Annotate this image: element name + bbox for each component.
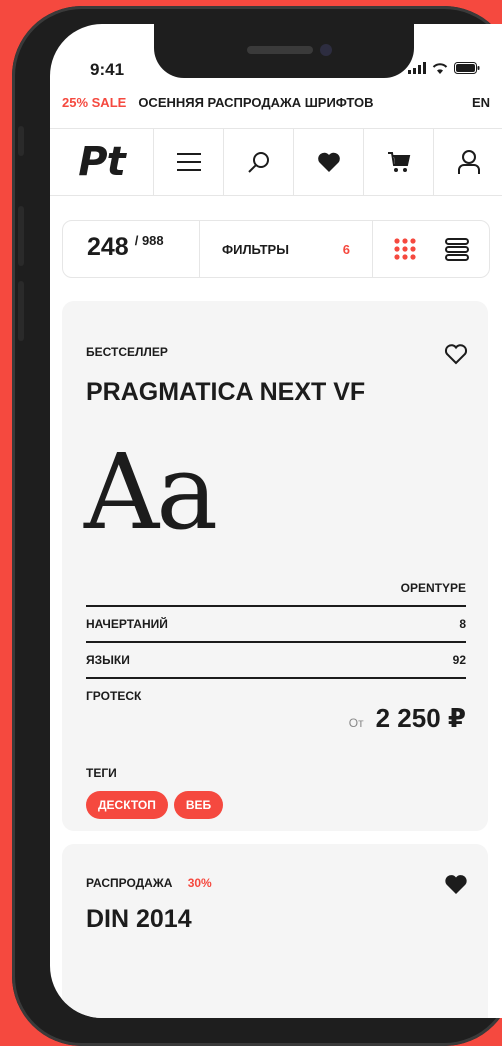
card-badge: РАСПРОДАЖА 30% <box>86 876 212 890</box>
results-count: 248 / 988 <box>63 221 200 277</box>
list-view-icon[interactable] <box>445 237 469 261</box>
price-amount: 2 250 ₽ <box>375 703 466 733</box>
speaker <box>247 46 313 54</box>
font-details: OPENTYPE НАЧЕРТАНИЙ 8 ЯЗЫКИ 92 ГРОТЕСК <box>86 571 466 713</box>
user-icon <box>457 150 480 174</box>
font-title: PRAGMATICA NEXT VF <box>86 378 366 406</box>
detail-label: ЯЗЫКИ <box>86 653 130 667</box>
format-row: OPENTYPE <box>86 571 466 607</box>
font-specimen: Aa <box>84 431 218 553</box>
detail-label: ГРОТЕСК <box>86 689 142 703</box>
filter-bar: 248 / 988 ФИЛЬТРЫ 6 <box>62 220 490 278</box>
sale-banner[interactable]: 25% SALE ОСЕННЯЯ РАСПРОДАЖА ШРИФТОВ EN <box>62 95 490 110</box>
detail-value: 8 <box>459 617 466 631</box>
detail-label: НАЧЕРТАНИЙ <box>86 617 168 631</box>
filters-button[interactable]: ФИЛЬТРЫ 6 <box>200 221 373 277</box>
tag-desktop[interactable]: ДЕСКТОП <box>86 791 168 819</box>
heart-icon <box>317 152 340 172</box>
wifi-icon <box>432 63 448 74</box>
results-total: / 988 <box>134 233 164 248</box>
mute-switch <box>18 126 24 156</box>
detail-row: ЯЗЫКИ 92 <box>86 643 466 679</box>
volume-up-button <box>18 206 24 266</box>
sale-percent: 25% SALE <box>62 95 127 110</box>
price-from: От <box>348 716 364 730</box>
tag-web[interactable]: ВЕБ <box>173 791 224 819</box>
tags-label: ТЕГИ <box>86 766 117 780</box>
language-switch[interactable]: EN <box>472 95 490 110</box>
format-label: OPENTYPE <box>400 581 466 595</box>
notch <box>154 24 414 78</box>
heart-filled-icon[interactable] <box>444 874 468 896</box>
logo[interactable]: Pt <box>50 129 154 195</box>
heart-outline-icon[interactable] <box>444 343 468 365</box>
detail-value: 92 <box>452 653 466 667</box>
discount-badge: 30% <box>187 876 212 890</box>
font-card[interactable]: БЕСТСЕЛЛЕР PRAGMATICA NEXT VF Aa OPENTYP… <box>62 301 488 831</box>
search-button[interactable] <box>224 129 294 195</box>
view-switcher <box>373 221 489 277</box>
top-nav: Pt <box>50 128 502 196</box>
sale-badge: РАСПРОДАЖА <box>86 876 173 890</box>
font-card[interactable]: РАСПРОДАЖА 30% DIN 2014 <box>62 844 488 1018</box>
results-shown: 248 <box>87 233 129 261</box>
status-icons <box>408 62 480 74</box>
phone-frame: 9:41 25% SALE ОСЕННЯЯ РАСПРОДАЖА ШРИФТОВ… <box>12 6 502 1046</box>
detail-row: НАЧЕРТАНИЙ 8 <box>86 607 466 643</box>
card-badge: БЕСТСЕЛЛЕР <box>86 345 168 359</box>
menu-button[interactable] <box>154 129 224 195</box>
font-title: DIN 2014 <box>86 905 192 933</box>
tags-list: ДЕСКТОП ВЕБ <box>86 791 224 819</box>
search-icon <box>247 152 269 173</box>
account-button[interactable] <box>434 129 502 195</box>
volume-down-button <box>18 281 24 341</box>
menu-icon <box>176 153 201 171</box>
sale-text: ОСЕННЯЯ РАСПРОДАЖА ШРИФТОВ <box>138 95 374 110</box>
grid-view-icon[interactable] <box>393 237 417 261</box>
favorites-button[interactable] <box>294 129 364 195</box>
cart-icon <box>387 152 410 172</box>
filters-active-count: 6 <box>342 241 350 257</box>
filters-label: ФИЛЬТРЫ <box>222 241 289 257</box>
signal-icon <box>408 62 426 74</box>
front-camera <box>320 44 332 56</box>
status-time: 9:41 <box>90 60 125 79</box>
battery-icon <box>454 62 480 74</box>
screen: 9:41 25% SALE ОСЕННЯЯ РАСПРОДАЖА ШРИФТОВ… <box>50 24 502 1018</box>
price: От 2 250 ₽ <box>349 703 466 734</box>
cart-button[interactable] <box>364 129 434 195</box>
